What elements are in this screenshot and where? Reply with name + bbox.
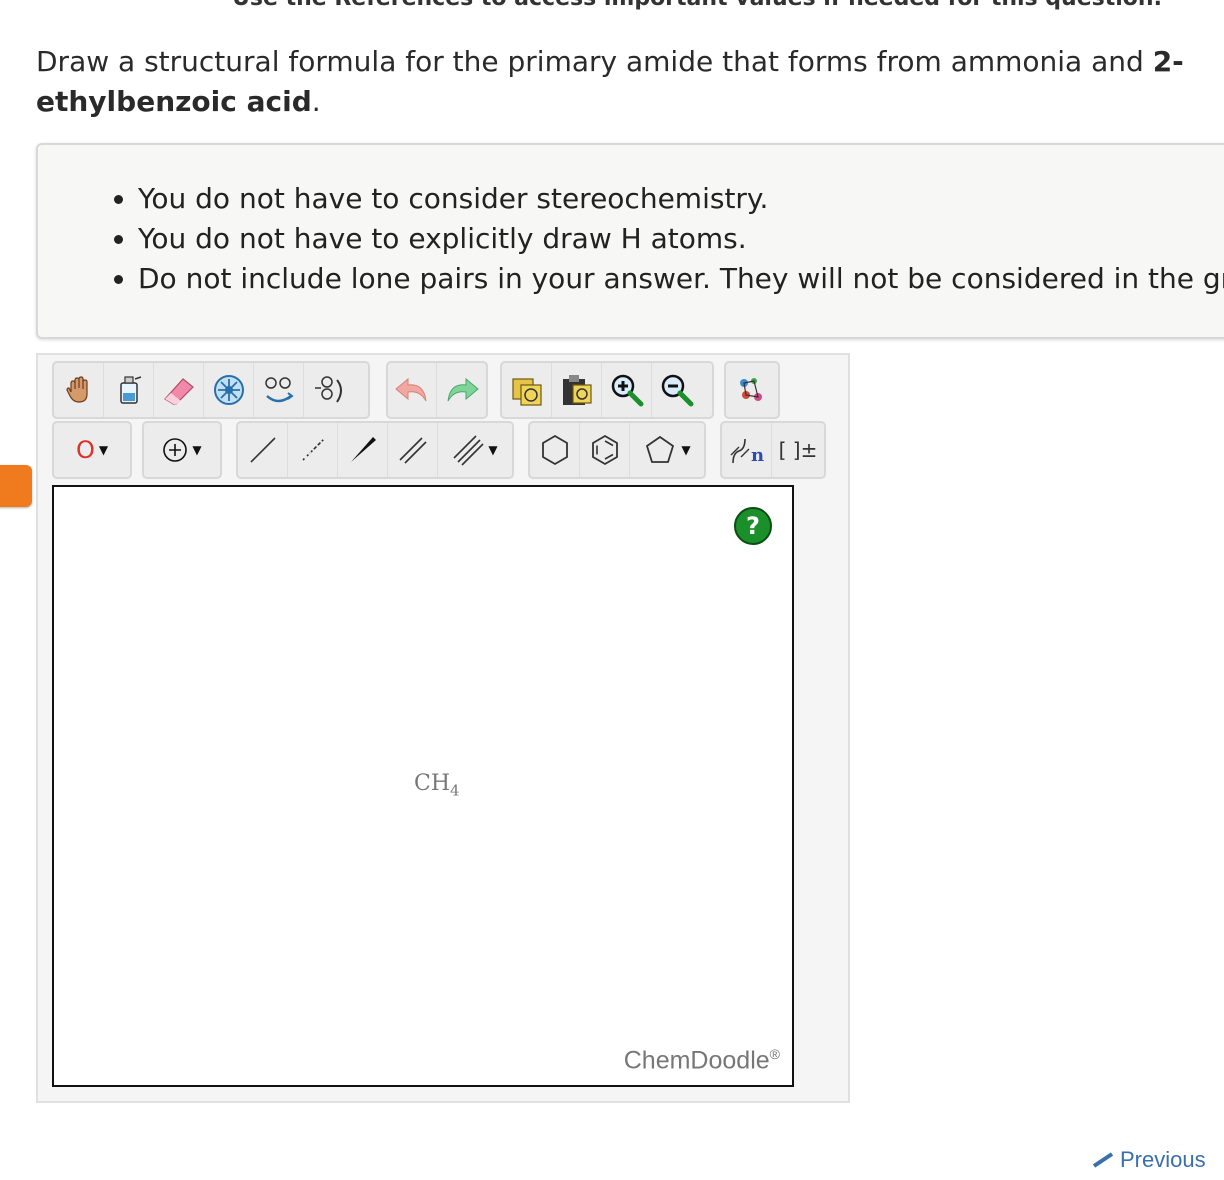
previous-arrow-icon — [1092, 1152, 1114, 1168]
toolbar-group-edit — [52, 361, 370, 419]
chemdoodle-logo: ChemDoodle® — [624, 1046, 780, 1075]
references-banner: Use the References to access important v… — [0, 0, 1224, 16]
charge-selector[interactable]: ▼ — [144, 423, 220, 477]
toolbar-group-clean — [724, 361, 780, 419]
element-selector[interactable]: O ▼ — [54, 423, 130, 477]
clean-structure-icon[interactable] — [726, 363, 776, 417]
hint-item: You do not have to explicitly draw H ato… — [138, 219, 1224, 259]
previous-label: Previous — [1120, 1147, 1206, 1172]
toolbar-group-rings: ▼ — [528, 421, 706, 479]
redo-icon[interactable] — [437, 363, 486, 417]
toolbar-group-charge: ▼ — [142, 421, 222, 479]
rotate-icon[interactable] — [304, 363, 354, 417]
toolbar-group-history — [386, 361, 488, 419]
hints-list: You do not have to consider stereochemis… — [38, 179, 1224, 299]
plus-charge-icon — [163, 438, 188, 462]
drawing-canvas[interactable]: ? CH4 ChemDoodle® — [52, 485, 794, 1087]
brand-name: ChemDoodle — [623, 1046, 770, 1074]
toolbar-group-bonds: ▼ — [236, 421, 514, 479]
toolbar-group-sgroup: n [ ]± — [720, 421, 826, 479]
clear-canvas-icon[interactable] — [104, 363, 154, 417]
brand-registered-mark: ® — [769, 1045, 780, 1062]
repeat-unit-icon[interactable]: n — [722, 423, 772, 477]
molecule-label: CH4 — [414, 771, 460, 799]
wedge-bond-icon[interactable] — [338, 423, 388, 477]
hints-box: You do not have to consider stereochemis… — [36, 143, 1224, 339]
question-prefix: Draw a structural formula for the primar… — [36, 45, 1153, 78]
cyclopentane-icon[interactable]: ▼ — [630, 423, 704, 477]
question-suffix: . — [311, 85, 321, 118]
copy-icon[interactable] — [502, 363, 552, 417]
hint-item: You do not have to consider stereochemis… — [138, 179, 1224, 219]
eraser-icon[interactable] — [154, 363, 204, 417]
double-bond-icon[interactable] — [388, 423, 438, 477]
dropdown-arrow-icon: ▼ — [681, 443, 691, 457]
dropdown-arrow-icon: ▼ — [98, 443, 109, 457]
previous-button[interactable]: Previous — [1092, 1140, 1224, 1180]
undo-icon[interactable] — [388, 363, 438, 417]
dropdown-arrow-icon: ▼ — [192, 443, 202, 457]
zoom-out-icon[interactable] — [652, 363, 702, 417]
toolbar-group-clipboard — [500, 361, 714, 419]
sgroup-label: n — [750, 444, 765, 466]
zoom-in-icon[interactable] — [602, 363, 652, 417]
flip-icon[interactable] — [254, 363, 304, 417]
bracket-label: [ ]± — [778, 438, 818, 462]
hashed-bond-icon[interactable] — [288, 423, 338, 477]
help-label: ? — [746, 512, 760, 540]
triple-bond-icon[interactable]: ▼ — [438, 423, 512, 477]
center-molecule-icon[interactable] — [204, 363, 254, 417]
paste-icon[interactable] — [552, 363, 602, 417]
molecule-subscript: 4 — [450, 781, 460, 800]
dropdown-arrow-icon: ▼ — [488, 443, 498, 457]
side-feedback-tab[interactable] — [0, 465, 32, 507]
molecule-main: CH — [414, 771, 451, 796]
hand-pan-icon[interactable] — [54, 363, 104, 417]
question-text: Draw a structural formula for the primar… — [36, 42, 1196, 122]
chemdoodle-sketcher: O ▼ ▼ ▼ ▼ n []± ? CH4 ChemDoodle® — [36, 353, 850, 1103]
toolbar-group-atom: O ▼ — [52, 421, 132, 479]
benzene-icon[interactable] — [580, 423, 630, 477]
cyclohexane-icon[interactable] — [530, 423, 580, 477]
help-button[interactable]: ? — [734, 507, 772, 545]
bracket-charge-icon[interactable]: [ ]± — [772, 423, 824, 477]
element-label: O — [75, 436, 95, 464]
hint-item: Do not include lone pairs in your answer… — [138, 259, 1224, 299]
single-bond-icon[interactable] — [238, 423, 288, 477]
